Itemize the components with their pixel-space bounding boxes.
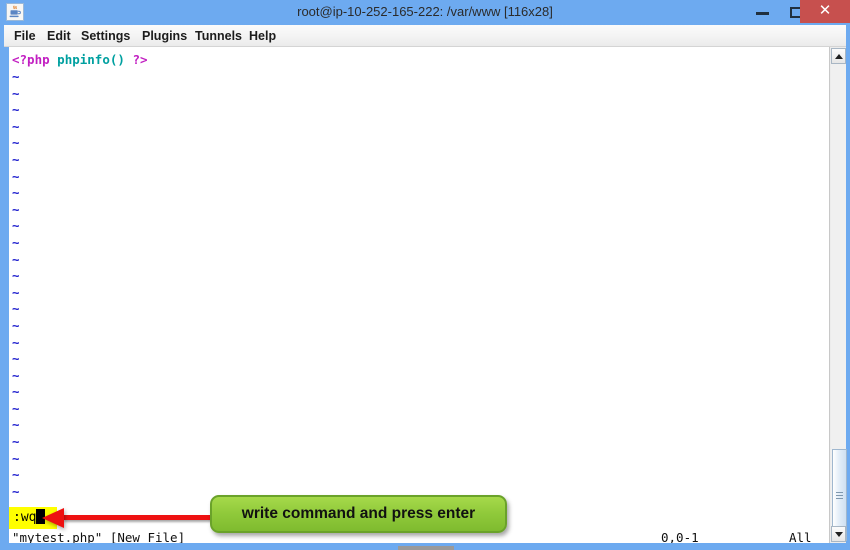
- minimize-icon: [756, 12, 769, 15]
- taskbar-item[interactable]: [398, 546, 454, 550]
- php-close-tag: ?>: [132, 52, 148, 67]
- annotation-callout-text: write command and press enter: [241, 505, 476, 522]
- minimize-button[interactable]: [744, 0, 780, 23]
- mobaxterm-window: root@ip-10-252-165-222: /var/www [116x28…: [0, 0, 850, 550]
- menu-item-help[interactable]: Help: [245, 27, 280, 45]
- php-function-call: phpinfo(): [49, 52, 133, 67]
- annotation-callout: write command and press enter: [210, 495, 507, 533]
- php-open-tag: <?php: [12, 52, 50, 67]
- menu-item-edit[interactable]: Edit: [43, 27, 75, 45]
- arrow-left-icon: [42, 508, 64, 528]
- window-title: root@ip-10-252-165-222: /var/www [116x28…: [297, 4, 553, 19]
- terminal-output[interactable]: <?php phpinfo() ?> ~ ~ ~ ~ ~ ~ ~ ~ ~ ~ ~…: [9, 47, 829, 543]
- java-terminal-icon: [6, 3, 24, 21]
- scroll-up-icon: [835, 54, 843, 59]
- status-scroll-percent: All: [789, 530, 812, 543]
- menu-item-settings[interactable]: Settings: [77, 27, 134, 45]
- scroll-up-button[interactable]: [831, 48, 846, 64]
- menu-item-tunnels[interactable]: Tunnels: [191, 27, 246, 45]
- scrollbar-track[interactable]: [831, 64, 847, 541]
- close-icon: ✕: [818, 2, 832, 19]
- status-filename: "mytest.php" [New File]: [12, 530, 186, 543]
- vertical-scrollbar[interactable]: [829, 47, 847, 543]
- terminal-frame: <?php phpinfo() ?> ~ ~ ~ ~ ~ ~ ~ ~ ~ ~ ~…: [4, 47, 847, 543]
- menu-item-file[interactable]: File: [10, 27, 40, 45]
- menu-item-plugins[interactable]: Plugins: [138, 27, 191, 45]
- scroll-down-button[interactable]: [831, 526, 846, 542]
- menu-bar: File Edit Settings Plugins Tunnels Help: [4, 25, 846, 47]
- scrollbar-grip-icon: [836, 492, 843, 499]
- title-bar: root@ip-10-252-165-222: /var/www [116x28…: [0, 0, 850, 23]
- vim-command-text: :wq: [13, 510, 37, 525]
- status-cursor-position: 0,0-1: [661, 530, 699, 543]
- php-code-line: <?php phpinfo() ?>: [12, 52, 148, 69]
- annotation-arrow-shaft: [63, 515, 213, 520]
- scroll-down-icon: [835, 532, 843, 537]
- vim-empty-line-markers: ~ ~ ~ ~ ~ ~ ~ ~ ~ ~ ~ ~ ~ ~ ~ ~ ~ ~ ~ ~ …: [12, 69, 20, 499]
- close-button[interactable]: ✕: [800, 0, 850, 23]
